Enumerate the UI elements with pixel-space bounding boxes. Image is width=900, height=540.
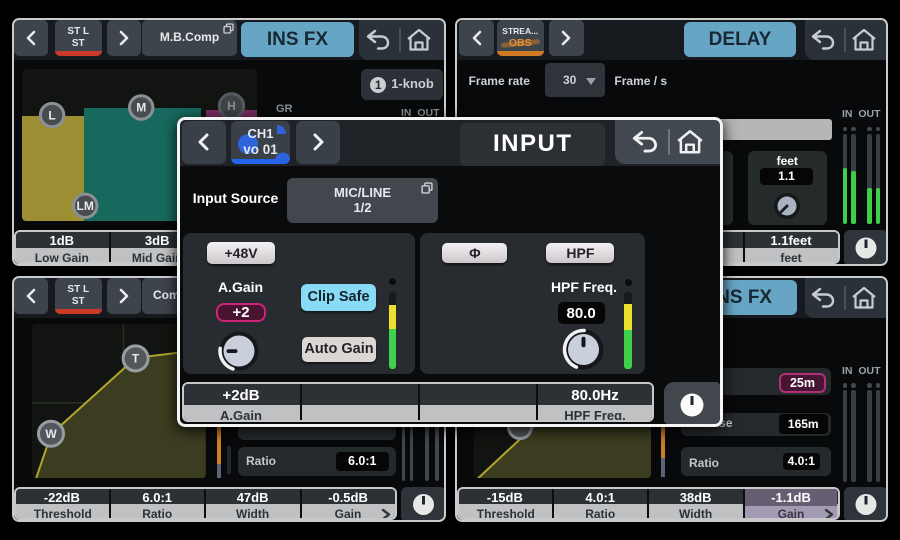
svg-text:LM: LM: [77, 199, 94, 213]
svg-text:M: M: [136, 101, 146, 115]
svg-text:W: W: [45, 427, 57, 441]
svg-text:L: L: [48, 108, 55, 122]
svg-text:T: T: [132, 352, 140, 366]
svg-text:H: H: [227, 99, 236, 113]
